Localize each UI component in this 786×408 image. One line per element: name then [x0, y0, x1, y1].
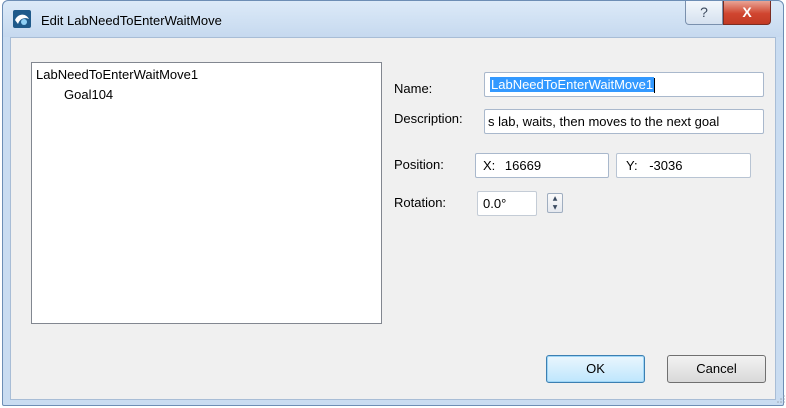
tree-view[interactable]: LabNeedToEnterWaitMove1 Goal104	[31, 62, 382, 324]
tree-item-child[interactable]: Goal104	[64, 87, 113, 102]
spin-up-icon[interactable]: ▲	[548, 194, 562, 203]
y-value: -3036	[649, 158, 683, 173]
x-value: 16669	[504, 158, 542, 173]
help-icon: ?	[700, 4, 708, 20]
dialog-body: LabNeedToEnterWaitMove1 Goal104 Name: La…	[10, 37, 776, 400]
rotation-value: 0.0°	[483, 196, 507, 211]
rotation-spinner[interactable]: ▲ ▼	[547, 193, 563, 213]
description-field[interactable]: s lab, waits, then moves to the next goa…	[484, 109, 764, 134]
help-button[interactable]: ?	[685, 1, 723, 25]
spin-down-icon[interactable]: ▼	[548, 203, 562, 212]
rotation-label: Rotation:	[394, 195, 447, 210]
description-label: Description:	[394, 111, 463, 126]
name-label: Name:	[394, 81, 433, 96]
title-bar[interactable]: Edit LabNeedToEnterWaitMove ? X	[3, 1, 783, 37]
app-logo-icon	[13, 10, 31, 28]
tree-item-root[interactable]: LabNeedToEnterWaitMove1	[36, 67, 198, 82]
close-button[interactable]: X	[723, 1, 771, 25]
rotation-field[interactable]: 0.0°	[477, 191, 537, 216]
close-icon: X	[742, 4, 752, 20]
ok-button[interactable]: OK	[546, 355, 645, 383]
resize-grip-icon[interactable]	[777, 395, 785, 403]
y-field[interactable]: Y: -3036	[616, 153, 751, 178]
name-field[interactable]: LabNeedToEnterWaitMove1	[484, 72, 764, 97]
cancel-button[interactable]: Cancel	[667, 355, 766, 383]
name-field-value: LabNeedToEnterWaitMove1	[490, 77, 655, 92]
x-label: X:	[483, 158, 496, 173]
window-title: Edit LabNeedToEnterWaitMove	[41, 13, 222, 28]
description-field-value: s lab, waits, then moves to the next goa…	[488, 114, 720, 129]
position-label: Position:	[394, 157, 444, 172]
y-label: Y:	[626, 158, 638, 173]
text-caret	[654, 78, 656, 94]
x-field[interactable]: X: 16669	[475, 153, 609, 178]
dialog-window: Edit LabNeedToEnterWaitMove ? X LabNeedT…	[2, 0, 785, 406]
